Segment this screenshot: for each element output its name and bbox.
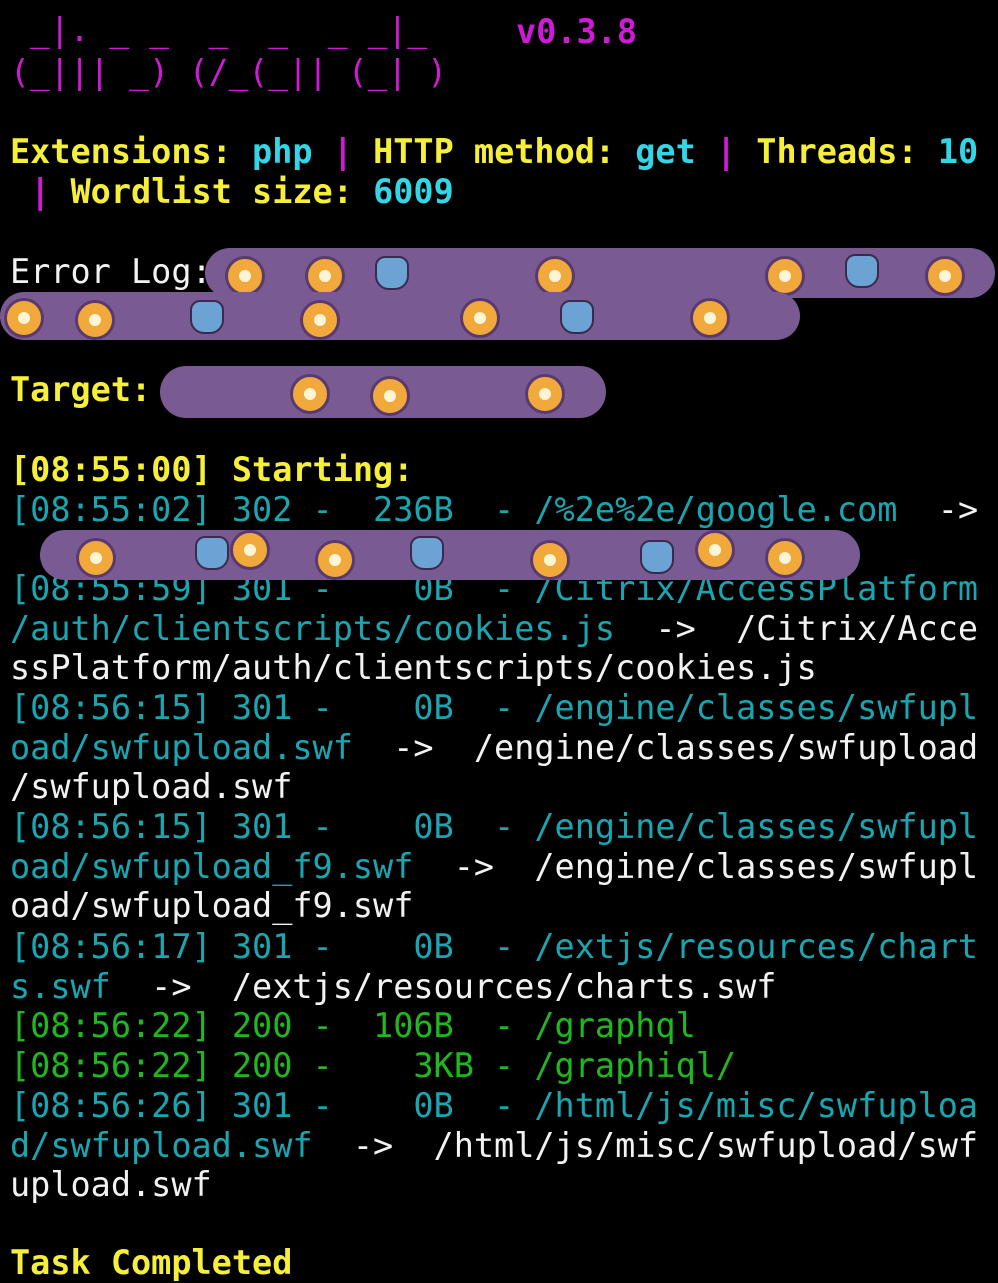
- result-path[interactable]: /graphql: [534, 1006, 695, 1045]
- version-label: v0.3.8: [516, 12, 638, 51]
- redirect-target: /extjs/resources/charts.swf: [231, 966, 777, 1006]
- owl-icon: [560, 300, 594, 334]
- flower-icon: [75, 300, 115, 340]
- flower-icon: [370, 376, 410, 416]
- threads-label: Threads:: [756, 132, 918, 171]
- result-row: [08:56:15] 301 - 0B - /engine/classes/sw…: [10, 688, 988, 807]
- result-row: [08:56:26] 301 - 0B - /html/js/misc/swfu…: [10, 1086, 988, 1205]
- result-prefix: [08:56:15] 301 - 0B -: [10, 807, 535, 846]
- separator: |: [332, 132, 353, 171]
- result-prefix: [08:56:26] 301 - 0B -: [10, 1086, 535, 1125]
- flower-icon: [315, 540, 355, 580]
- redirect-arrow: ->: [413, 846, 535, 886]
- wordlist-label: Wordlist size:: [70, 172, 353, 211]
- threads-value: 10: [937, 132, 979, 171]
- flower-icon: [690, 298, 730, 338]
- result-row: [08:55:59] 301 - 0B - /Citrix/AccessPlat…: [10, 569, 988, 688]
- error-log-label: Error Log:: [10, 252, 212, 291]
- flower-icon: [765, 256, 805, 296]
- result-prefix: [08:56:17] 301 - 0B -: [10, 927, 535, 966]
- result-prefix: [08:56:15] 301 - 0B -: [10, 688, 535, 727]
- owl-icon: [195, 536, 229, 570]
- result-row: [08:56:15] 301 - 0B - /engine/classes/sw…: [10, 807, 988, 926]
- flower-icon: [765, 538, 805, 578]
- flower-icon: [230, 530, 270, 570]
- flower-icon: [4, 298, 44, 338]
- result-row: [08:55:02] 302 - 236B - /%2e%2e/google.c…: [10, 490, 978, 530]
- flower-icon: [225, 256, 265, 296]
- owl-icon: [640, 540, 674, 574]
- logo-line-1: _|. _ _ _ _ _ _|_: [10, 10, 428, 49]
- flower-icon: [290, 374, 330, 414]
- extensions-label: Extensions:: [10, 132, 232, 171]
- separator: |: [30, 172, 51, 211]
- flower-icon: [530, 540, 570, 580]
- flower-icon: [525, 374, 565, 414]
- config-line-2: | Wordlist size: 6009: [10, 172, 454, 212]
- wordlist-value: 6009: [373, 172, 454, 211]
- separator: |: [715, 132, 737, 171]
- target-label: Target:: [10, 370, 152, 409]
- extensions-value: php: [252, 132, 313, 171]
- flower-icon: [76, 538, 116, 578]
- flower-icon: [300, 300, 340, 340]
- start-time: [08:55:00]: [10, 450, 212, 489]
- redirect-arrow: ->: [615, 608, 737, 648]
- redirect-arrow: ->: [352, 727, 474, 767]
- redirect-arrow: ->: [110, 966, 232, 1006]
- result-prefix: [08:55:02] 302 - 236B -: [10, 490, 535, 529]
- config-line: Extensions: php | HTTP method: get | Thr…: [10, 132, 978, 172]
- redirect-arrow: ->: [897, 490, 979, 529]
- result-row: [08:56:22] 200 - 3KB - /graphiql/: [10, 1046, 736, 1086]
- task-completed-label: Task Completed: [10, 1243, 293, 1282]
- flower-icon: [535, 256, 575, 296]
- owl-icon: [410, 536, 444, 570]
- result-row: [08:56:22] 200 - 106B - /graphql: [10, 1006, 696, 1046]
- start-line: [08:55:00] Starting:: [10, 450, 413, 490]
- result-prefix: [08:56:22] 200 - 106B -: [10, 1006, 535, 1045]
- flower-icon: [460, 298, 500, 338]
- flower-icon: [305, 256, 345, 296]
- method-label: HTTP method:: [373, 132, 616, 171]
- redaction-overlay: [205, 248, 995, 298]
- owl-icon: [845, 254, 879, 288]
- method-value: get: [635, 132, 696, 171]
- redaction-overlay: [40, 530, 860, 580]
- owl-icon: [190, 300, 224, 334]
- flower-icon: [695, 530, 735, 570]
- result-row: [08:56:17] 301 - 0B - /extjs/resources/c…: [10, 927, 988, 1006]
- owl-icon: [375, 256, 409, 290]
- start-text: Starting:: [231, 450, 414, 489]
- redirect-arrow: ->: [312, 1125, 434, 1165]
- logo-line-2: (_||| _) (/_(_|| (_| ): [10, 52, 448, 91]
- result-path[interactable]: /%2e%2e/google.com: [534, 490, 897, 529]
- flower-icon: [925, 256, 965, 296]
- redaction-overlay: [0, 292, 800, 340]
- redaction-overlay: [160, 366, 606, 418]
- result-prefix: [08:56:22] 200 - 3KB -: [10, 1046, 535, 1085]
- result-path[interactable]: /graphiql/: [534, 1046, 736, 1085]
